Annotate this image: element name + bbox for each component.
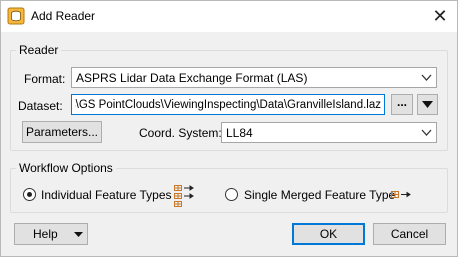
add-reader-dialog: Add Reader ✕ Reader Format: ASPRS Lidar …: [0, 0, 458, 257]
individual-feature-types-icon: [174, 185, 194, 207]
format-label: Format:: [24, 72, 66, 86]
format-value: ASPRS Lidar Data Exchange Format (LAS): [76, 71, 308, 85]
browse-button[interactable]: ...: [391, 94, 413, 115]
dataset-label: Dataset:: [18, 99, 63, 113]
help-label: Help: [33, 227, 58, 241]
coord-system-value: LL84: [226, 126, 253, 140]
cancel-button[interactable]: Cancel: [373, 223, 446, 245]
window-title: Add Reader: [31, 9, 96, 23]
workflow-options-label: Workflow Options: [16, 161, 116, 175]
coord-system-label: Coord. System:: [139, 126, 222, 140]
single-merged-feature-type-radio[interactable]: [225, 188, 238, 201]
reader-group-label: Reader: [16, 43, 62, 57]
triangle-down-icon: [74, 232, 83, 237]
ok-button[interactable]: OK: [292, 223, 365, 245]
help-button[interactable]: Help: [14, 223, 88, 245]
individual-feature-types-radio[interactable]: [23, 188, 36, 201]
parameters-button[interactable]: Parameters...: [22, 121, 102, 143]
individual-feature-types-label[interactable]: Individual Feature Types: [41, 188, 172, 202]
fme-reader-icon: [7, 7, 25, 25]
title-bar: Add Reader ✕: [1, 1, 457, 32]
coord-system-select[interactable]: LL84: [221, 122, 437, 143]
dataset-field[interactable]: [71, 94, 385, 115]
close-icon[interactable]: ✕: [427, 3, 453, 29]
chevron-down-icon: [421, 129, 432, 136]
format-select[interactable]: ASPRS Lidar Data Exchange Format (LAS): [71, 67, 437, 88]
single-merged-feature-type-icon: [391, 191, 411, 198]
dataset-options-button[interactable]: [417, 94, 438, 115]
chevron-down-icon: [421, 74, 432, 81]
single-merged-feature-type-label[interactable]: Single Merged Feature Type: [244, 188, 395, 202]
triangle-down-icon: [422, 101, 433, 108]
dataset-input[interactable]: [72, 95, 384, 114]
